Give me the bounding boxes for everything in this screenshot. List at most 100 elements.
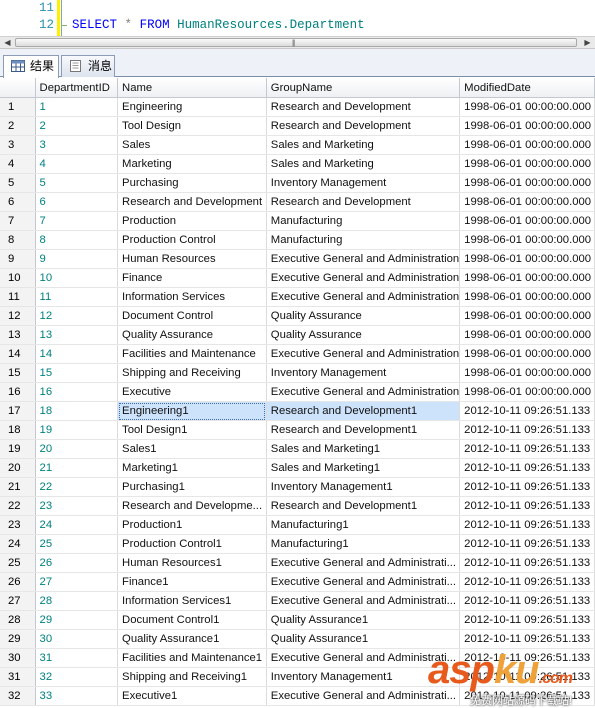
cell-groupname[interactable]: Executive General and Administrati... — [266, 572, 461, 592]
tab-messages[interactable]: 消息 — [61, 55, 115, 77]
cell-departmentid[interactable]: 25 — [35, 534, 119, 554]
row-number[interactable]: 9 — [0, 249, 36, 269]
cell-modifieddate[interactable]: 2012-10-11 09:26:51.133 — [459, 591, 595, 611]
row-number[interactable]: 10 — [0, 268, 36, 288]
table-row[interactable]: 24 25 Production Control1 Manufacturing1 201… — [0, 534, 595, 554]
cell-name[interactable]: Document Control — [117, 306, 267, 326]
table-row[interactable]: 6 6 Research and Development Research and D… — [0, 192, 595, 212]
cell-name[interactable]: Marketing — [117, 154, 267, 174]
cell-modifieddate[interactable]: 1998-06-01 00:00:00.000 — [459, 306, 595, 326]
cell-modifieddate[interactable]: 1998-06-01 00:00:00.000 — [459, 211, 595, 231]
cell-modifieddate[interactable]: 2012-10-11 09:26:51.133 — [459, 553, 595, 573]
table-row[interactable]: 12 12 Document Control Quality Assurance 199… — [0, 306, 595, 326]
cell-modifieddate[interactable]: 2012-10-11 09:26:51.133 — [459, 667, 595, 687]
cell-name[interactable]: Shipping and Receiving1 — [117, 667, 267, 687]
cell-departmentid[interactable]: 13 — [35, 325, 119, 345]
row-number[interactable]: 29 — [0, 629, 36, 649]
cell-modifieddate[interactable]: 1998-06-01 00:00:00.000 — [459, 230, 595, 250]
row-number[interactable]: 3 — [0, 135, 36, 155]
cell-groupname[interactable]: Research and Development1 — [266, 420, 461, 440]
cell-departmentid[interactable]: 11 — [35, 287, 119, 307]
cell-groupname[interactable]: Inventory Management — [266, 173, 461, 193]
cell-departmentid[interactable]: 14 — [35, 344, 119, 364]
row-number[interactable]: 25 — [0, 553, 36, 573]
cell-name[interactable]: Purchasing — [117, 173, 267, 193]
table-row[interactable]: 14 14 Facilities and Maintenance Executive … — [0, 344, 595, 364]
cell-name[interactable]: Sales — [117, 135, 267, 155]
row-number[interactable]: 24 — [0, 534, 36, 554]
row-number[interactable]: 11 — [0, 287, 36, 307]
cell-groupname[interactable]: Research and Development1 — [266, 496, 461, 516]
row-number[interactable]: 28 — [0, 610, 36, 630]
cell-departmentid[interactable]: 3 — [35, 135, 119, 155]
cell-name[interactable]: Production1 — [117, 515, 267, 535]
table-row[interactable]: 13 13 Quality Assurance Quality Assurance 19… — [0, 325, 595, 345]
sql-editor[interactable]: 11 12 SELECT * FROM HumanResources.Depar… — [0, 0, 595, 36]
row-number[interactable]: 7 — [0, 211, 36, 231]
cell-modifieddate[interactable]: 1998-06-01 00:00:00.000 — [459, 287, 595, 307]
cell-departmentid[interactable]: 6 — [35, 192, 119, 212]
cell-name[interactable]: Research and Development — [117, 192, 267, 212]
row-number[interactable]: 27 — [0, 591, 36, 611]
table-row[interactable]: 28 29 Document Control1 Quality Assurance1 2… — [0, 610, 595, 630]
table-row[interactable]: 21 22 Purchasing1 Inventory Management1 2012… — [0, 477, 595, 497]
cell-modifieddate[interactable]: 1998-06-01 00:00:00.000 — [459, 116, 595, 136]
cell-modifieddate[interactable]: 1998-06-01 00:00:00.000 — [459, 382, 595, 402]
column-header-name[interactable]: Name — [117, 78, 267, 98]
cell-departmentid[interactable]: 9 — [35, 249, 119, 269]
column-header-groupname[interactable]: GroupName — [266, 78, 461, 98]
cell-modifieddate[interactable]: 1998-06-01 00:00:00.000 — [459, 249, 595, 269]
cell-modifieddate[interactable]: 2012-10-11 09:26:51.133 — [459, 610, 595, 630]
cell-modifieddate[interactable]: 2012-10-11 09:26:51.133 — [459, 534, 595, 554]
table-row[interactable]: 23 24 Production1 Manufacturing1 2012-10-11 … — [0, 515, 595, 535]
cell-groupname[interactable]: Executive General and Administrati... — [266, 648, 461, 668]
tab-results[interactable]: 结果 — [3, 55, 59, 78]
table-row[interactable]: 15 15 Shipping and Receiving Inventory Mana… — [0, 363, 595, 383]
cell-departmentid[interactable]: 33 — [35, 686, 119, 706]
row-number[interactable]: 20 — [0, 458, 36, 478]
cell-name[interactable]: Human Resources1 — [117, 553, 267, 573]
cell-name[interactable]: Tool Design1 — [117, 420, 267, 440]
cell-name[interactable]: Information Services — [117, 287, 267, 307]
cell-departmentid[interactable]: 23 — [35, 496, 119, 516]
cell-groupname[interactable]: Sales and Marketing — [266, 154, 461, 174]
cell-groupname[interactable]: Manufacturing1 — [266, 534, 461, 554]
row-number[interactable]: 19 — [0, 439, 36, 459]
table-row[interactable]: 1 1 Engineering Research and Development 199… — [0, 97, 595, 117]
table-row[interactable]: 17 18 Engineering1 Research and Development… — [0, 401, 595, 421]
cell-departmentid[interactable]: 31 — [35, 648, 119, 668]
cell-groupname[interactable]: Executive General and Administration — [266, 268, 461, 288]
row-number[interactable]: 23 — [0, 515, 36, 535]
row-number[interactable]: 12 — [0, 306, 36, 326]
cell-groupname[interactable]: Inventory Management1 — [266, 477, 461, 497]
row-number[interactable]: 14 — [0, 344, 36, 364]
cell-name[interactable]: Purchasing1 — [117, 477, 267, 497]
cell-groupname[interactable]: Sales and Marketing — [266, 135, 461, 155]
row-number[interactable]: 4 — [0, 154, 36, 174]
cell-name[interactable]: Quality Assurance1 — [117, 629, 267, 649]
cell-departmentid[interactable]: 18 — [35, 401, 119, 421]
row-number[interactable]: 26 — [0, 572, 36, 592]
cell-groupname[interactable]: Executive General and Administrati... — [266, 686, 461, 706]
cell-modifieddate[interactable]: 1998-06-01 00:00:00.000 — [459, 173, 595, 193]
scrollbar-thumb[interactable]: ||| — [15, 38, 577, 47]
cell-name[interactable]: Sales1 — [117, 439, 267, 459]
cell-name[interactable]: Research and Developme... — [117, 496, 267, 516]
cell-departmentid[interactable]: 26 — [35, 553, 119, 573]
row-number[interactable]: 8 — [0, 230, 36, 250]
table-row[interactable]: 11 11 Information Services Executive Genera… — [0, 287, 595, 307]
cell-groupname[interactable]: Quality Assurance1 — [266, 629, 461, 649]
cell-modifieddate[interactable]: 1998-06-01 00:00:00.000 — [459, 268, 595, 288]
cell-name[interactable]: Marketing1 — [117, 458, 267, 478]
cell-groupname[interactable]: Manufacturing — [266, 211, 461, 231]
table-row[interactable]: 5 5 Purchasing Inventory Management 1998-06-… — [0, 173, 595, 193]
table-row[interactable]: 25 26 Human Resources1 Executive General an… — [0, 553, 595, 573]
column-header-modifieddate[interactable]: ModifiedDate — [459, 78, 595, 98]
row-number[interactable]: 22 — [0, 496, 36, 516]
table-row[interactable]: 3 3 Sales Sales and Marketing 1998-06-01 00:… — [0, 135, 595, 155]
row-number[interactable]: 15 — [0, 363, 36, 383]
cell-name[interactable]: Production Control1 — [117, 534, 267, 554]
table-row[interactable]: 8 8 Production Control Manufacturing 1998-06… — [0, 230, 595, 250]
results-grid[interactable]: DepartmentID Name GroupName ModifiedDate… — [0, 78, 595, 708]
cell-name[interactable]: Finance1 — [117, 572, 267, 592]
